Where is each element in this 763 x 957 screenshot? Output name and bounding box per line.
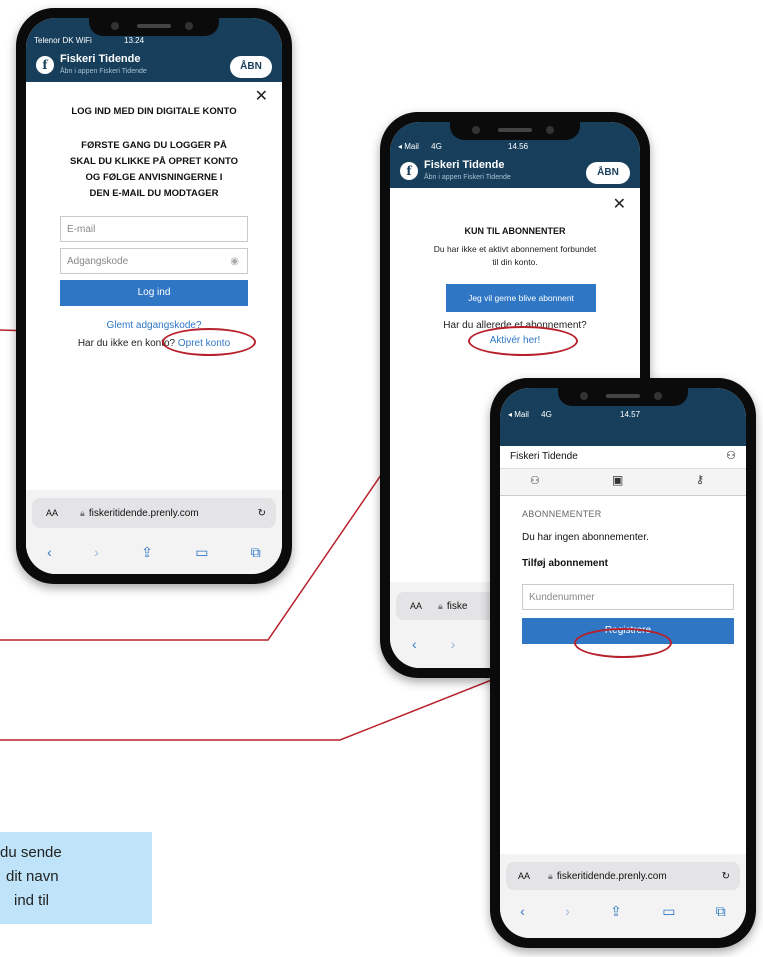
app-header: Fiskeri Tidende ⚇ — [500, 446, 746, 469]
share-icon[interactable]: ⇪ — [610, 903, 622, 920]
carrier-label: Telenor DK WiFi — [34, 36, 92, 45]
no-account-text: Har du ikke en konto? — [77, 338, 176, 349]
safari-toolbar: ‹ › ⇪ ▭ ⧉ — [500, 900, 746, 922]
bookmarks-icon[interactable]: ▭ — [662, 903, 675, 920]
safari-bar: AA 🔒︎ fiskeritidendе.prenly.com ↻ ‹ › ⇪ … — [500, 854, 746, 938]
back-icon[interactable]: ‹ — [412, 636, 417, 652]
highlight-create-account — [162, 328, 256, 356]
email-placeholder: E-mail — [67, 223, 96, 235]
no-subscriptions-text: Du har ingen abonnementer. — [522, 532, 649, 543]
reload-icon[interactable]: ↻ — [722, 871, 730, 882]
back-to-mail[interactable]: ◂ Mail — [398, 142, 419, 151]
forward-icon[interactable]: › — [565, 903, 570, 919]
subscribers-heading: KUN TIL ABONNENTER — [464, 226, 566, 236]
tabs-icon[interactable]: ⧉ — [716, 903, 726, 920]
camera-icon — [580, 392, 588, 400]
highlight-activate — [468, 326, 578, 356]
phone-notch — [89, 18, 219, 36]
no-subscription-text-2: til din konto. — [492, 257, 538, 267]
eye-icon[interactable]: ◉ — [230, 256, 239, 267]
safari-bar: AA 🔒︎ fiskeritidende.prenly.com ↻ ‹ › ⇪ … — [26, 490, 282, 574]
instruction-line-1: FØRSTE GANG DU LOGGER PÅ — [81, 140, 227, 151]
instruction-line-2: SKAL DU KLIKKE PÅ OPRET KONTO — [69, 156, 239, 167]
close-icon[interactable]: ✕ — [255, 86, 268, 106]
customer-number-placeholder: Kundenummer — [529, 591, 595, 603]
banner-subtitle: Åbn i appen Fiskeri Tidende — [424, 174, 511, 181]
forward-icon[interactable]: › — [451, 636, 456, 652]
banner-title: Fiskeri Tidende — [60, 53, 141, 65]
text-size-button[interactable]: AA — [410, 601, 422, 611]
status-bar: Telenor DK WiFi 13.24 — [34, 36, 282, 54]
customer-number-field[interactable]: Kundenummer — [522, 584, 734, 610]
speaker — [137, 24, 171, 28]
phone-notch — [450, 122, 580, 140]
lock-icon: 🔒︎ — [80, 507, 85, 518]
text-size-button[interactable]: AA — [46, 508, 58, 518]
fiskeri-logo-icon: f — [400, 162, 418, 180]
password-placeholder: Adgangskode — [67, 255, 129, 267]
status-time: 14.56 — [508, 142, 529, 151]
speaker — [498, 128, 532, 132]
url-bar[interactable]: AA 🔒︎ fiskeritidendе.prenly.com ↻ — [506, 862, 740, 890]
login-button[interactable]: Log ind — [60, 280, 248, 306]
url-text: fiskeritidendе.prenly.com — [556, 870, 667, 882]
lock-icon: 🔒︎ — [548, 870, 553, 881]
close-icon[interactable]: ✕ — [613, 194, 626, 214]
become-subscriber-button[interactable]: Jeg vil gerne blive abonnent — [446, 284, 596, 312]
open-app-button[interactable]: ÅBN — [230, 56, 272, 78]
open-app-button[interactable]: ÅBN — [586, 162, 630, 184]
url-text: fiske — [446, 600, 468, 612]
camera-icon — [472, 126, 480, 134]
url-bar[interactable]: AA 🔒︎ fiskeritidende.prenly.com ↻ — [32, 498, 276, 528]
subscriptions-section-label: ABONNEMENTER — [522, 509, 602, 519]
instruction-line-3: OG FØLGE ANVISNINGERNE I — [85, 172, 223, 183]
tab-account-icon[interactable]: ⚇ — [530, 474, 540, 487]
tabs-icon[interactable]: ⧉ — [251, 544, 261, 561]
reload-icon[interactable]: ↻ — [258, 508, 266, 519]
no-subscription-text-1: Du har ikke et aktivt abonnement forbund… — [433, 244, 597, 254]
note-line-2: dit navn — [6, 868, 59, 885]
sensor-icon — [546, 126, 554, 134]
back-to-mail[interactable]: ◂ Mail — [508, 410, 529, 419]
status-bar: ◂ Mail 4G 14.56 — [398, 142, 640, 160]
email-field[interactable]: E-mail — [60, 216, 248, 242]
add-subscription-heading: Tilføj abonnement — [522, 558, 608, 569]
share-icon[interactable]: ⇪ — [141, 544, 153, 561]
speaker — [606, 394, 640, 398]
back-icon[interactable]: ‹ — [47, 544, 52, 560]
banner-subtitle: Åbn i appen Fiskeri Tidende — [60, 68, 147, 75]
info-note: du sende dit navn ind til — [0, 832, 152, 924]
bookmarks-icon[interactable]: ▭ — [195, 544, 208, 561]
sensor-icon — [185, 22, 193, 30]
highlight-register — [574, 628, 672, 658]
network-label: 4G — [431, 142, 442, 151]
network-label: 4G — [541, 410, 552, 419]
safari-toolbar: ‹ › ⇪ ▭ ⧉ — [26, 540, 282, 564]
status-time: 13.24 — [124, 36, 145, 45]
back-icon[interactable]: ‹ — [520, 903, 525, 919]
note-line-1: du sende — [0, 844, 62, 861]
app-title: Fiskeri Tidende — [510, 451, 578, 462]
banner-title: Fiskeri Tidende — [424, 159, 505, 171]
url-text: fiskeritidende.prenly.com — [88, 507, 199, 519]
text-size-button[interactable]: AA — [518, 871, 530, 881]
forgot-password-link[interactable]: Glemt adgangskode? — [26, 320, 282, 331]
sensor-icon — [654, 392, 662, 400]
forward-icon[interactable]: › — [94, 544, 99, 560]
tab-bar: ⚇ ▣ ⚷ — [500, 469, 746, 496]
phone-subscriptions: ◂ Mail 4G 14.57 Fiskeri Tidende ⚇ ⚇ ▣ ⚷ … — [490, 378, 756, 948]
note-line-3: ind til — [14, 892, 50, 909]
tab-subscription-icon[interactable]: ▣ — [612, 473, 623, 487]
user-icon[interactable]: ⚇ — [726, 449, 736, 462]
phone-login: Telenor DK WiFi 13.24 f Fiskeri Tidende … — [16, 8, 292, 584]
camera-icon — [111, 22, 119, 30]
phone-notch — [558, 388, 688, 406]
login-heading: LOG IND MED DIN DIGITALE KONTO — [71, 106, 237, 117]
fiskeri-logo-icon: f — [36, 56, 54, 74]
instruction-line-4: DEN E-MAIL DU MODTAGER — [89, 188, 219, 199]
status-time: 14.57 — [620, 410, 641, 419]
tab-password-icon[interactable]: ⚷ — [696, 473, 704, 486]
password-field[interactable]: Adgangskode ◉ — [60, 248, 248, 274]
lock-icon: 🔒︎ — [438, 600, 443, 611]
